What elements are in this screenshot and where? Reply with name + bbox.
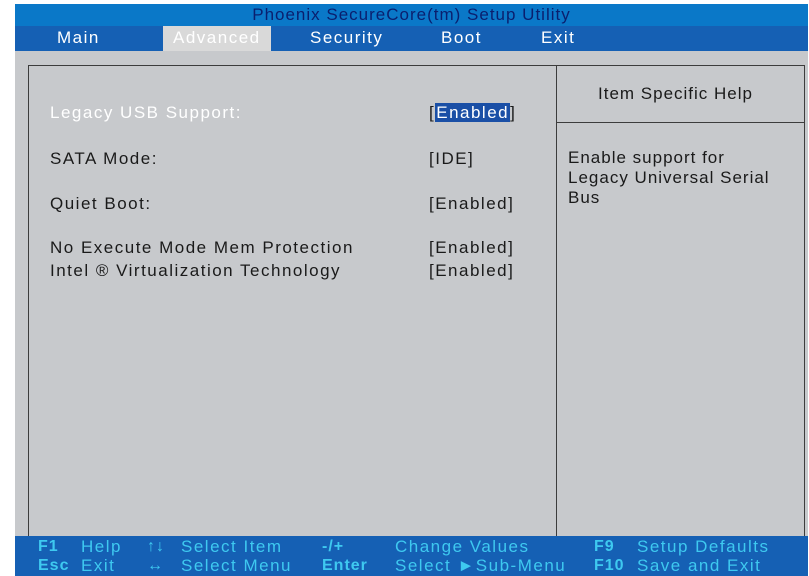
setting-value-nx-mode[interactable]: [Enabled] [429,238,514,258]
key-enter-desc: Select ►Sub-Menu [395,556,567,575]
key-f10-desc: Save and Exit [637,556,762,575]
panel-divider [556,65,557,537]
setting-label-virtualization[interactable]: Intel ® Virtualization Technology [50,261,341,281]
menu-boot[interactable]: Boot [441,26,482,51]
key-f9: F9 [594,538,615,555]
setting-label-nx-mode[interactable]: No Execute Mode Mem Protection [50,238,354,258]
setting-value-legacy-usb[interactable]: [Enabled] [429,103,516,123]
key-f10: F10 [594,557,625,574]
setting-value-quiet-boot[interactable]: [Enabled] [429,194,514,214]
menu-advanced[interactable]: Advanced [163,26,271,51]
menu-exit[interactable]: Exit [541,26,575,51]
window-title: Phoenix SecureCore(tm) Setup Utility [15,4,808,26]
key-minus-plus: -/+ [322,538,345,555]
help-separator [556,122,805,123]
bracket-close: ] [510,103,517,122]
setting-label-legacy-usb[interactable]: Legacy USB Support: [50,103,242,123]
key-f1: F1 [38,538,59,555]
menu-main[interactable]: Main [57,26,100,51]
key-esc: Esc [38,557,70,574]
left-right-arrows-icon: ↔ [147,557,164,574]
key-minus-plus-desc: Change Values [395,537,530,556]
setting-value-virtualization[interactable]: [Enabled] [429,261,514,281]
key-arrows-desc: Select Item [181,537,283,556]
setting-label-sata-mode[interactable]: SATA Mode: [50,149,158,169]
help-text: Enable support for Legacy Universal Seri… [568,148,770,207]
key-f1-desc: Help [81,537,122,556]
menu-bar: Main Advanced Security Boot Exit [15,26,808,51]
help-title: Item Specific Help [598,84,753,103]
key-f9-desc: Setup Defaults [637,537,770,556]
settings-panel: Legacy USB Support: [Enabled] SATA Mode:… [15,51,808,537]
up-down-arrows-icon: ↑↓ [147,538,165,555]
key-esc-desc: Exit [81,556,116,575]
menu-security[interactable]: Security [310,26,383,51]
key-left-right-desc: Select Menu [181,556,292,575]
setting-value-sata-mode[interactable]: [IDE] [429,149,474,169]
panel-frame [28,65,805,537]
key-legend-bar: F1 Help ↑↓ Select Item -/+ Change Values… [15,536,808,576]
setting-label-quiet-boot[interactable]: Quiet Boot: [50,194,152,214]
selected-value[interactable]: Enabled [435,103,511,122]
key-enter: Enter [322,557,368,574]
